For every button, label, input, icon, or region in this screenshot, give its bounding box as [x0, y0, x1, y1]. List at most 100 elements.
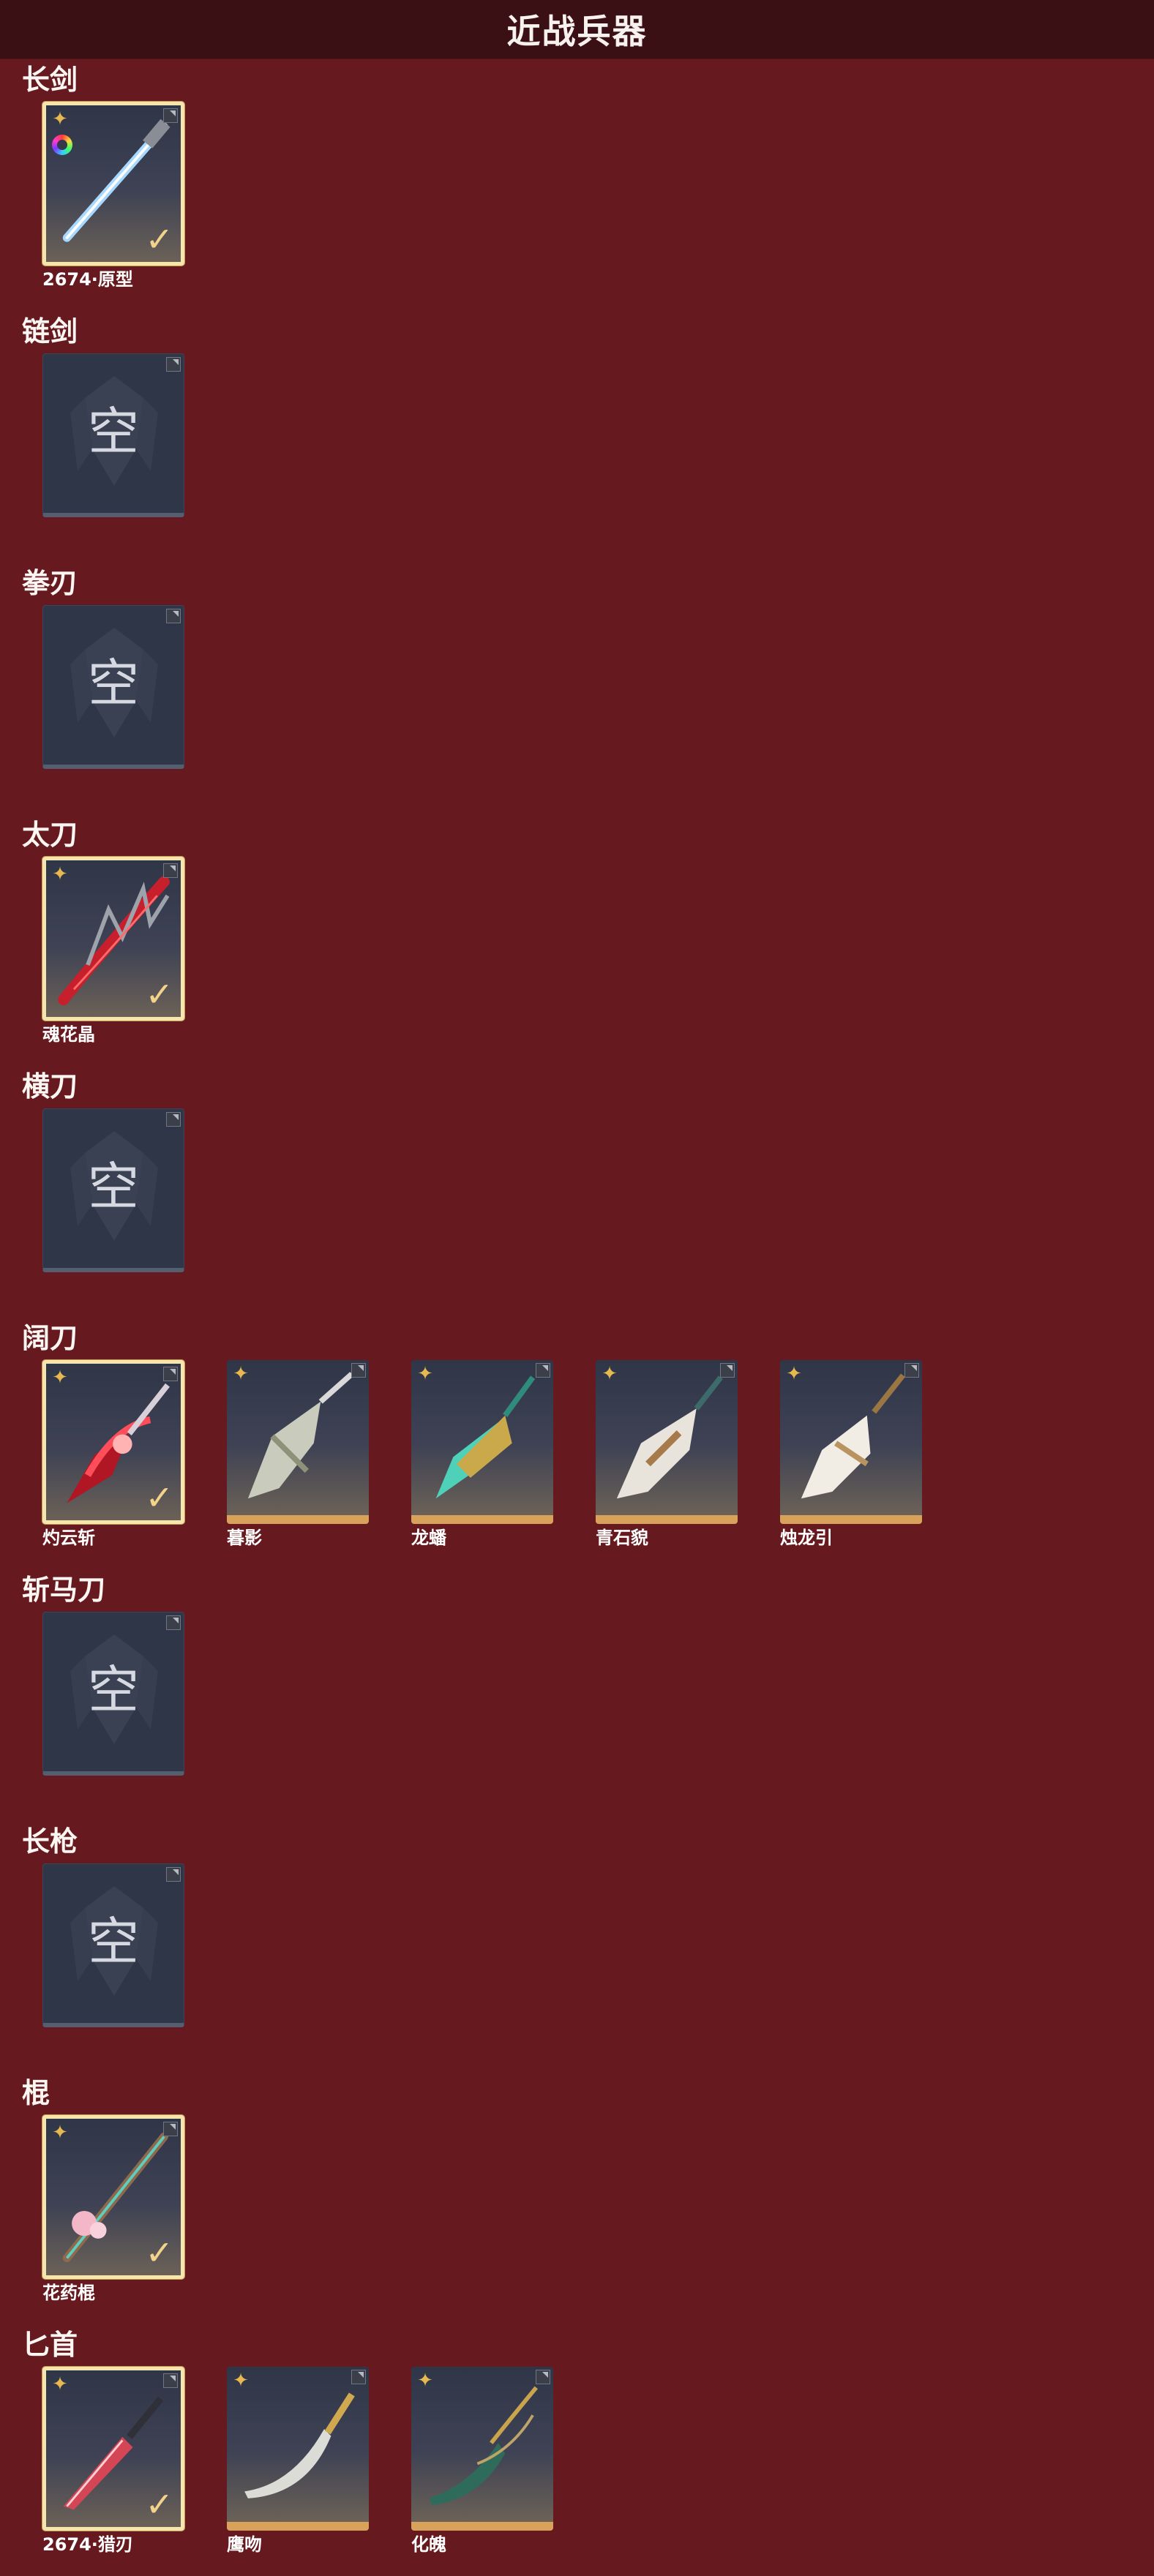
weapon-slot-row: ✦ ✓ 魂花晶: [22, 857, 1154, 1045]
corner-tag-icon: [166, 357, 181, 372]
category-title: 棍: [22, 2077, 50, 2109]
corner-tag-icon: [163, 1367, 178, 1381]
star-icon: ✦: [417, 1363, 433, 1385]
checkmark-icon: ✓: [145, 2233, 173, 2272]
weapon-category-section: 太刀 ✦ ✓ 魂花晶: [22, 814, 1154, 1066]
weapon-card[interactable]: ✦: [227, 1360, 369, 1524]
weapon-name: 暮影: [227, 1528, 262, 1548]
weapon-slot-row: ✦ ✓ 灼云斩 ✦ 暮影 ✦ 龙蟠 ✦ 青石貌 ✦ 烛龙引: [22, 1360, 1154, 1549]
category-title: 阔刀: [22, 1322, 78, 1354]
empty-slot-card[interactable]: 空: [42, 605, 184, 769]
weapon-name: 龙蟠: [411, 1528, 446, 1548]
weapon-name: 花药棍: [42, 2283, 95, 2303]
weapon-name: 青石貌: [596, 1528, 648, 1548]
corner-tag-icon: [166, 1615, 181, 1630]
weapon-slot[interactable]: ✦ ✓ 魂花晶: [42, 857, 184, 1045]
weapon-slot-row: ✦ ✓ 2674·原型: [22, 102, 1154, 290]
weapon-slot[interactable]: ✦ 鹰吻: [227, 2367, 369, 2556]
weapon-name: 灼云斩: [42, 1528, 95, 1548]
category-title: 横刀: [22, 1070, 78, 1103]
corner-tag-icon: [163, 863, 178, 878]
weapon-card[interactable]: ✦ ✓: [42, 1360, 184, 1524]
weapon-name: 2674·猎刃: [42, 2534, 133, 2555]
weapon-category-section: 斩马刀 空: [22, 1569, 1154, 1821]
star-icon: ✦: [52, 2373, 68, 2395]
corner-tag-icon: [536, 1363, 550, 1378]
weapon-slot[interactable]: ✦ ✓ 花药棍: [42, 2115, 184, 2304]
empty-slot-card[interactable]: 空: [42, 353, 184, 517]
corner-tag-icon: [166, 1112, 181, 1127]
star-icon: ✦: [52, 108, 68, 130]
weapon-slot-row: 空: [22, 1612, 1154, 1776]
category-title: 太刀: [22, 819, 78, 851]
weapon-slot[interactable]: ✦ 化魄: [411, 2367, 553, 2556]
weapon-card[interactable]: ✦: [411, 2367, 553, 2531]
category-title: 匕首: [22, 2329, 78, 2361]
weapon-slot-row: 空: [22, 1863, 1154, 2027]
weapon-card[interactable]: ✦ ✓: [42, 2367, 184, 2531]
weapon-slot-row: 空: [22, 1108, 1154, 1272]
corner-tag-icon: [351, 2370, 366, 2384]
weapon-category-section: 阔刀 ✦ ✓ 灼云斩 ✦ 暮影 ✦ 龙蟠 ✦ 青石貌 ✦ 烛龙引: [22, 1318, 1154, 1569]
star-icon: ✦: [786, 1363, 802, 1385]
weapon-card[interactable]: ✦: [780, 1360, 922, 1524]
star-icon: ✦: [233, 1363, 249, 1385]
checkmark-icon: ✓: [145, 2485, 173, 2524]
star-icon: ✦: [417, 2370, 433, 2392]
weapon-card[interactable]: ✦: [596, 1360, 738, 1524]
category-title: 长枪: [22, 1825, 78, 1858]
empty-slot-text: 空: [88, 1660, 139, 1720]
corner-tag-icon: [166, 1867, 181, 1882]
weapon-name: 鹰吻: [227, 2534, 262, 2555]
checkmark-icon: ✓: [145, 219, 173, 259]
weapon-slot-row: ✦ ✓ 2674·猎刃 ✦ 鹰吻 ✦ 化魄: [22, 2367, 1154, 2556]
category-title: 长剑: [22, 64, 78, 96]
empty-slot-text: 空: [88, 653, 139, 713]
weapon-name: 魂花晶: [42, 1024, 95, 1045]
corner-tag-icon: [720, 1363, 735, 1378]
weapon-category-section: 匕首 ✦ ✓ 2674·猎刃 ✦ 鹰吻 ✦ 化魄: [22, 2324, 1154, 2576]
weapon-card[interactable]: ✦ ✓: [42, 2115, 184, 2279]
weapon-card[interactable]: ✦ ✓: [42, 857, 184, 1021]
weapon-category-section: 横刀 空: [22, 1066, 1154, 1318]
weapon-card[interactable]: ✦: [411, 1360, 553, 1524]
star-icon: ✦: [602, 1363, 618, 1385]
weapon-card[interactable]: ✦ ✓: [42, 102, 184, 266]
weapon-name: 化魄: [411, 2534, 446, 2555]
star-icon: ✦: [52, 2122, 68, 2144]
star-icon: ✦: [233, 2370, 249, 2392]
weapon-slot-row: 空: [22, 353, 1154, 517]
empty-slot-card[interactable]: 空: [42, 1108, 184, 1272]
star-icon: ✦: [52, 863, 68, 885]
corner-tag-icon: [163, 2122, 178, 2136]
empty-slot-text: 空: [88, 1157, 139, 1217]
weapon-slot[interactable]: ✦ ✓ 灼云斩: [42, 1360, 184, 1549]
empty-slot-card[interactable]: 空: [42, 1863, 184, 2027]
empty-weapon-slot[interactable]: 空: [42, 1863, 184, 2027]
rainbow-ring-icon: [52, 135, 72, 155]
weapon-category-section: 链剑 空: [22, 311, 1154, 563]
empty-weapon-slot[interactable]: 空: [42, 1108, 184, 1272]
category-title: 斩马刀: [22, 1574, 106, 1606]
empty-weapon-slot[interactable]: 空: [42, 1612, 184, 1776]
weapon-slot[interactable]: ✦ 龙蟠: [411, 1360, 553, 1549]
weapon-slot[interactable]: ✦ ✓ 2674·猎刃: [42, 2367, 184, 2556]
empty-slot-text: 空: [88, 402, 139, 462]
weapon-name: 2674·原型: [42, 269, 133, 290]
weapon-slot[interactable]: ✦ 青石貌: [596, 1360, 738, 1549]
empty-weapon-slot[interactable]: 空: [42, 605, 184, 769]
weapon-slot[interactable]: ✦ ✓ 2674·原型: [42, 102, 184, 290]
weapon-name: 烛龙引: [780, 1528, 833, 1548]
weapon-slot[interactable]: ✦ 暮影: [227, 1360, 369, 1549]
page-header: 近战兵器: [0, 0, 1154, 59]
empty-weapon-slot[interactable]: 空: [42, 353, 184, 517]
checkmark-icon: ✓: [145, 1478, 173, 1517]
checkmark-icon: ✓: [145, 975, 173, 1014]
corner-tag-icon: [163, 2373, 178, 2388]
category-title: 拳刃: [22, 567, 78, 599]
weapon-slot[interactable]: ✦ 烛龙引: [780, 1360, 922, 1549]
category-title: 链剑: [22, 315, 78, 348]
weapon-card[interactable]: ✦: [227, 2367, 369, 2531]
empty-slot-card[interactable]: 空: [42, 1612, 184, 1776]
corner-tag-icon: [536, 2370, 550, 2384]
